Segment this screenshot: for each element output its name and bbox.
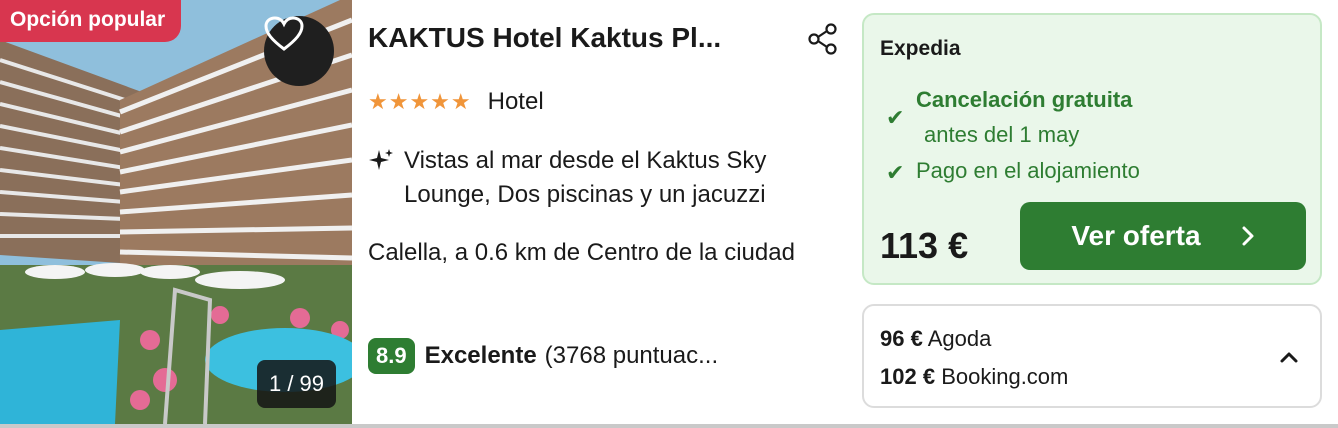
share-icon xyxy=(808,23,837,55)
other-offer-provider: Agoda xyxy=(927,326,992,351)
chevron-up-icon xyxy=(1280,352,1298,363)
free-cancellation: Cancelación gratuita xyxy=(916,87,1133,112)
rating-label: Excelente xyxy=(424,342,537,369)
provider-name: Expedia xyxy=(880,37,961,60)
check-icon: ✔ xyxy=(886,105,905,130)
hotel-photo[interactable]: Opción popular 1 / 99 xyxy=(0,0,352,424)
deal-price: 113 € xyxy=(880,225,969,266)
star-rating: ★★★★★ xyxy=(368,89,472,114)
image-counter: 1 / 99 xyxy=(257,360,336,408)
collapse-button[interactable] xyxy=(1276,344,1302,370)
pay-at-hotel: Pago en el alojamiento xyxy=(916,158,1140,183)
chevron-right-icon xyxy=(1242,226,1254,246)
check-icon: ✔ xyxy=(886,160,905,185)
hotel-name[interactable]: KAKTUS Hotel Kaktus Pl... xyxy=(368,22,788,54)
share-button[interactable] xyxy=(806,22,840,56)
highlights-text: Vistas al mar desde el Kaktus Sky Lounge… xyxy=(404,147,767,208)
reviews-count: (3768 puntuac... xyxy=(544,342,719,369)
other-offer-price: 96 € xyxy=(880,326,923,351)
other-offer-price: 102 € xyxy=(880,364,936,389)
view-offer-label: Ver oferta xyxy=(1071,220,1201,251)
cancel-before-date: antes del 1 may xyxy=(924,122,1080,147)
score-badge: 8.9 xyxy=(368,338,415,374)
other-offer-row[interactable]: 102 € Booking.com xyxy=(880,364,1068,390)
deal-card[interactable]: Expedia ✔ Cancelación gratuita antes del… xyxy=(862,13,1322,285)
view-offer-button[interactable]: Ver oferta xyxy=(1020,202,1306,270)
other-offers[interactable]: 96 € Agoda 102 € Booking.com xyxy=(862,304,1322,408)
sparkle-icon xyxy=(369,149,393,170)
rating-row[interactable]: 8.9 Excelente (3768 puntuac... xyxy=(368,338,718,374)
highlights: Vistas al mar desde el Kaktus Sky Lounge… xyxy=(368,144,844,212)
heart-icon xyxy=(264,16,304,51)
hotel-type: Hotel xyxy=(487,88,544,115)
favorite-button[interactable] xyxy=(264,16,334,86)
other-offer-row[interactable]: 96 € Agoda xyxy=(880,326,991,352)
location-text: Calella, a 0.6 km de Centro de la ciudad xyxy=(368,239,795,266)
hotel-info: KAKTUS Hotel Kaktus Pl... ★★★★★ Hotel Vi… xyxy=(368,0,848,424)
popular-badge: Opción popular xyxy=(0,0,182,42)
bottom-divider xyxy=(0,424,1338,428)
stars-row: ★★★★★ Hotel xyxy=(368,88,544,116)
other-offer-provider: Booking.com xyxy=(941,364,1069,389)
